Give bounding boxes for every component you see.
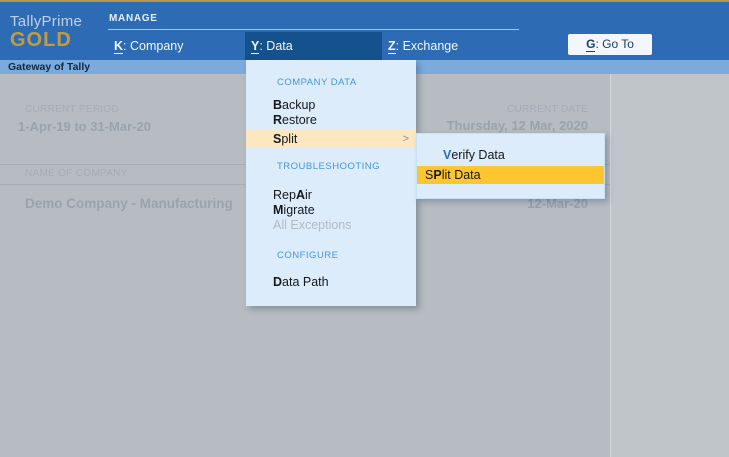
- migrate-post: igrate: [283, 203, 315, 217]
- menu-item-restore[interactable]: Restore: [246, 112, 416, 128]
- current-date-label: CURRENT DATE: [506, 104, 588, 115]
- menu-item-all-exceptions-disabled: All Exceptions: [273, 218, 352, 232]
- data-path-post: ata Path: [282, 275, 329, 289]
- submenu-item-verify-data[interactable]: Verify Data: [417, 146, 604, 164]
- data-menu-dropdown: COMPANY DATA Backup Restore Split > TROUB…: [246, 60, 416, 306]
- menu-item-data-label: : Data: [259, 39, 293, 53]
- migrate-hotkey: M: [273, 203, 284, 217]
- hotkey-k: K: [114, 39, 124, 54]
- menu-item-backup[interactable]: Backup: [246, 97, 416, 113]
- restore-hotkey: R: [273, 113, 283, 127]
- menu-section-manage-label: MANAGE: [109, 13, 158, 24]
- top-menu-bar: TallyPrime GOLD MANAGE K: Company Y: Dat…: [0, 2, 729, 60]
- split-post: plit: [281, 132, 298, 146]
- menu-item-split-highlighted[interactable]: Split >: [246, 130, 416, 148]
- backup-post: ackup: [282, 98, 316, 112]
- current-period-value: 1-Apr-19 to 31-Mar-20: [18, 119, 151, 134]
- menu-item-company-label: : Company: [123, 39, 184, 53]
- right-sidebar-panel: [610, 74, 729, 457]
- manage-underline-divider: [108, 29, 519, 30]
- menu-item-company[interactable]: K: Company: [108, 32, 245, 60]
- menu-item-repair[interactable]: RepAir: [246, 187, 416, 203]
- menu-item-exchange-label: : Exchange: [395, 39, 459, 53]
- split-data-post: lit Data: [441, 168, 481, 182]
- current-period-label: CURRENT PERIOD: [25, 104, 120, 115]
- hotkey-z: Z: [388, 39, 396, 54]
- name-of-company-label: NAME OF COMPANY: [25, 168, 128, 179]
- menu-item-data-selected[interactable]: Y: Data: [245, 32, 382, 60]
- go-to-button[interactable]: G: Go To: [568, 34, 652, 55]
- data-path-hotkey: D: [273, 275, 283, 289]
- split-data-hotkey: P: [433, 168, 442, 182]
- restore-post: estore: [282, 113, 317, 127]
- menu-item-data-path[interactable]: Data Path: [246, 274, 416, 290]
- verify-post: erify Data: [451, 148, 505, 162]
- split-submenu: Verify Data SPlit Data: [416, 133, 605, 199]
- repair-hotkey: A: [295, 188, 305, 202]
- section-header-configure: CONFIGURE: [277, 250, 339, 261]
- backup-hotkey: B: [273, 98, 283, 112]
- go-to-button-label: : Go To: [595, 37, 634, 51]
- repair-pre: Rep: [273, 188, 296, 202]
- menu-item-migrate[interactable]: Migrate: [246, 202, 416, 218]
- submenu-item-split-data-highlighted[interactable]: SPlit Data: [417, 166, 604, 184]
- brand-edition-label: GOLD: [10, 29, 72, 51]
- repair-post: ir: [304, 188, 312, 202]
- breadcrumb-label: Gateway of Tally: [8, 61, 91, 73]
- current-date-value: Thursday, 12 Mar, 2020: [446, 118, 588, 133]
- submenu-arrow-icon: >: [402, 133, 409, 145]
- section-header-troubleshooting: TROUBLESHOOTING: [277, 161, 381, 172]
- section-header-company-data: COMPANY DATA: [277, 77, 357, 88]
- company-name-value: Demo Company - Manufacturing: [25, 196, 233, 211]
- tallyprime-window: TallyPrime GOLD MANAGE K: Company Y: Dat…: [0, 0, 729, 457]
- brand-product-name: TallyPrime: [10, 13, 83, 30]
- menu-item-exchange[interactable]: Z: Exchange: [382, 32, 519, 60]
